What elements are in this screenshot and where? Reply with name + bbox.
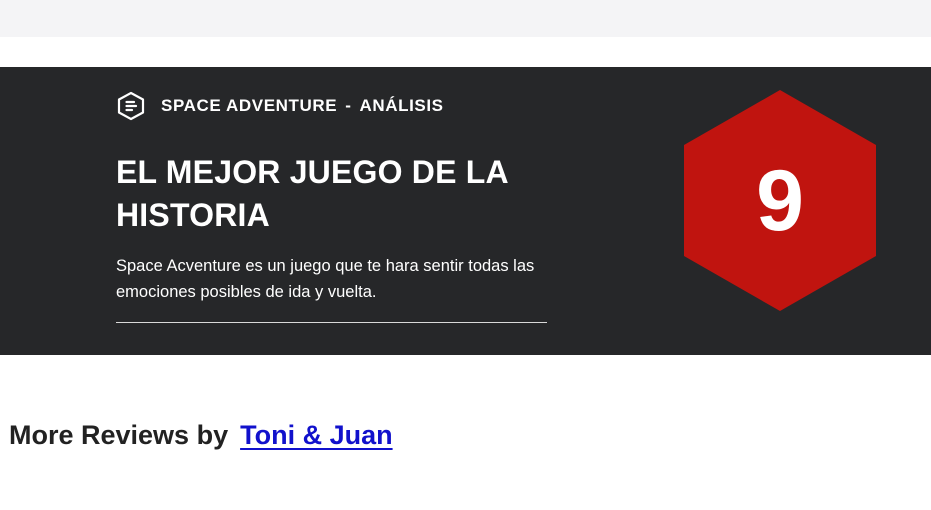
top-strip xyxy=(0,0,931,37)
review-headline: EL MEJOR JUEGO DE LA HISTORIA xyxy=(116,154,508,233)
review-banner: SPACE ADVENTURE - ANÁLISIS EL MEJOR JUEG… xyxy=(0,67,931,355)
author-link[interactable]: Toni & Juan xyxy=(240,420,393,451)
review-summary: Space Acventure es un juego que te hara … xyxy=(116,257,535,301)
section-label[interactable]: ANÁLISIS xyxy=(359,96,443,116)
more-reviews-heading: More Reviews by Toni & Juan xyxy=(9,420,393,451)
review-kicker: SPACE ADVENTURE - ANÁLISIS xyxy=(116,91,444,121)
score-badge: 9 xyxy=(684,90,876,311)
document-hexagon-icon xyxy=(116,91,146,121)
divider xyxy=(116,322,547,323)
score-value: 9 xyxy=(756,152,804,249)
game-title[interactable]: SPACE ADVENTURE xyxy=(161,96,337,116)
kicker-separator: - xyxy=(345,96,352,115)
more-reviews-label: More Reviews by xyxy=(9,420,229,450)
